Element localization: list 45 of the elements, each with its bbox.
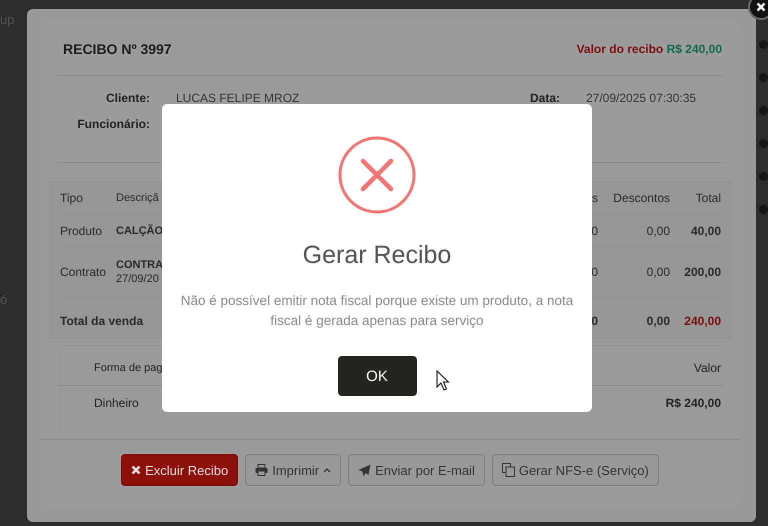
table-cell-text: 240,00 bbox=[683, 314, 721, 328]
dialog-message: Não é possível emitir nota fiscal porque existe um produto, a nota fiscal é gerada apenas para serviço bbox=[180, 292, 574, 330]
error-icon bbox=[337, 135, 417, 215]
action-button[interactable]: Enviar por E-mail bbox=[348, 454, 485, 486]
ok-button[interactable]: OK bbox=[338, 356, 416, 396]
table-cell-text: 200,00 bbox=[683, 265, 721, 279]
action-button[interactable]: Gerar NFS-e (Serviço) bbox=[492, 454, 659, 486]
field-label: Funcionário: bbox=[76, 117, 150, 131]
close-icon bbox=[756, 2, 766, 12]
field-value: 27/09/2025 07:30:35 bbox=[586, 91, 696, 105]
dialog-title: Gerar Recibo bbox=[302, 241, 452, 270]
table-cell-text: Produto bbox=[60, 224, 104, 238]
table-cell-text: 0,00 bbox=[646, 265, 670, 279]
field-label: Cliente: bbox=[104, 91, 150, 105]
column-header: Descriçã bbox=[116, 192, 160, 204]
table-cell-text: Contrato bbox=[60, 265, 108, 279]
table-cell: Dinheiro bbox=[94, 396, 139, 410]
receipt-value: Valor do recibo R$ 240,00 bbox=[576, 42, 722, 56]
cursor-icon bbox=[436, 370, 450, 392]
printer-icon bbox=[255, 464, 268, 476]
column-header: Forma de pag bbox=[94, 362, 162, 374]
table-cell-text: 40,00 bbox=[690, 224, 721, 238]
table-cell-text: 27/09/20 bbox=[116, 272, 160, 286]
paper-plane-icon bbox=[358, 464, 372, 476]
delete-button[interactable]: Excluir Recibo bbox=[121, 454, 238, 486]
table-cell-text: 0,00 bbox=[646, 314, 670, 328]
table-cell-text: 0,00 bbox=[646, 224, 670, 238]
field-value: LUCAS FELIPE MROZ bbox=[176, 91, 300, 105]
field-label: Data: bbox=[528, 91, 560, 105]
column-header: Total bbox=[694, 190, 721, 204]
table-cell-text: 0 bbox=[590, 314, 598, 328]
column-header: Tipo bbox=[60, 190, 84, 204]
column-header: Descontos bbox=[612, 190, 670, 204]
column-header: Valor bbox=[694, 361, 721, 375]
table-cell-text: CONTRA bbox=[116, 258, 164, 272]
receipt-title: RECIBO Nº 3997 bbox=[63, 40, 172, 56]
table-cell: R$ 240,00 bbox=[666, 396, 721, 410]
copy-icon bbox=[502, 463, 515, 477]
table-cell-text: 0 bbox=[590, 224, 598, 238]
close-icon bbox=[131, 465, 142, 475]
table-cell-text: 0 bbox=[590, 265, 598, 279]
action-button[interactable]: Imprimir bbox=[245, 454, 342, 486]
table-cell: Total da venda bbox=[60, 314, 144, 328]
table-cell-text: CALÇÃO bbox=[116, 224, 164, 238]
column-header: s bbox=[591, 190, 598, 204]
